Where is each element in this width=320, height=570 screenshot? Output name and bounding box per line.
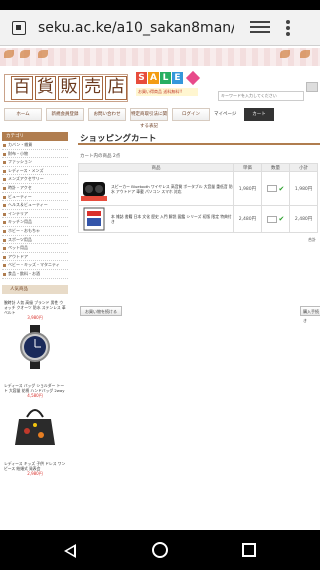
ranking-product[interactable]: 腕時計 人気 高級 ブランド 男性 ウォッチ クオーツ 防水 ステンレス 革ベル… <box>2 300 68 377</box>
ranking-product[interactable]: レディース キッズ 子供 ドレス ワンピース 結婚式 発表会 2,980円 <box>2 461 68 477</box>
url-field[interactable]: seku.ac.ke/a10_sakan8man/b <box>38 20 234 36</box>
category-item[interactable]: カバン・雑貨 <box>2 141 68 150</box>
global-nav: ホーム 新規会員登録 お問い合わせ 特定商取引法に関する表記 ログイン マイペー… <box>0 108 320 129</box>
overflow-menu-icon[interactable] <box>286 19 290 36</box>
product-price: 4,580円 <box>27 392 43 398</box>
watch-image[interactable] <box>13 324 57 369</box>
category-item[interactable]: ホビー・おもちゃ <box>2 227 68 236</box>
cart-row: 本 雑誌 書籍 日本 文化 歴史 入門 解説 図鑑 シリーズ 初版 限定 特典付… <box>78 205 318 233</box>
nav-login[interactable]: ログイン <box>172 108 210 121</box>
item-description[interactable]: 本 雑誌 書籍 日本 文化 歴史 入門 解説 図鑑 シリーズ 初版 限定 特典付… <box>111 214 233 224</box>
book-image[interactable] <box>81 206 107 232</box>
cart-message: カート内の商品 2点 <box>80 154 121 159</box>
nav-cart-button[interactable]: カート <box>244 108 274 121</box>
recent-apps-icon[interactable] <box>242 543 256 557</box>
category-item[interactable]: 食品・飲料・お酒 <box>2 270 68 279</box>
logo-char: 貨 <box>34 76 57 100</box>
sale-letter: S <box>136 72 147 84</box>
back-icon[interactable] <box>64 544 76 558</box>
status-bar <box>0 0 320 10</box>
page-title: ショッピングカート <box>78 132 320 145</box>
item-price: 2,480円 <box>233 205 262 233</box>
category-item[interactable]: 時計・アクセ <box>2 184 68 193</box>
item-price: 1,980円 <box>233 171 262 206</box>
category-item[interactable]: アウトドア <box>2 253 68 262</box>
banner-strip <box>0 48 320 66</box>
item-subtotal: 2,480円 <box>289 205 318 233</box>
category-item[interactable]: ベビー・キッズ・マタニティ <box>2 261 68 270</box>
logo-char: 百 <box>11 76 33 100</box>
web-page: 百貨販売店 SALE お買い得商品 送料無料!! ホーム 新規会員登録 お問い合… <box>0 46 320 530</box>
quantity-input[interactable] <box>266 185 277 192</box>
sale-letter: A <box>148 72 159 84</box>
product-name: 腕時計 人気 高級 ブランド 男性 ウォッチ クオーツ 防水 ステンレス 革ベル… <box>4 299 66 315</box>
category-item[interactable]: ファッション <box>2 158 68 167</box>
update-check-icon[interactable]: ✔ <box>279 185 285 193</box>
category-item[interactable]: ビューティー <box>2 193 68 202</box>
cart-table: 商品 単価 数量 小計 スピーカー Bluetooth ワイヤレス 高音質 ポー… <box>78 163 318 233</box>
update-check-icon[interactable]: ✔ <box>279 215 285 223</box>
item-description[interactable]: スピーカー Bluetooth ワイヤレス 高音質 ポータブル 大音量 重低音 … <box>111 184 233 194</box>
logo-char: 売 <box>81 76 104 100</box>
column-header: 小計 <box>289 163 318 172</box>
category-item[interactable]: キッチン用品 <box>2 218 68 227</box>
sale-banner[interactable]: SALE お買い得商品 送料無料!! <box>136 70 208 106</box>
speaker-image[interactable] <box>81 176 107 202</box>
quantity-input[interactable] <box>266 215 277 223</box>
sale-letter: E <box>172 72 183 84</box>
sale-subtext: お買い得商品 送料無料!! <box>136 88 198 96</box>
page-icon[interactable] <box>12 20 26 35</box>
item-subtotal: 1,980円 <box>289 171 318 206</box>
category-item[interactable]: 財布・小物 <box>2 150 68 159</box>
nav-legal[interactable]: 特定商取引法に関する表記 <box>130 108 168 129</box>
search-input[interactable] <box>218 90 304 101</box>
column-header: 商品 <box>78 163 234 172</box>
category-list: カバン・雑貨 財布・小物 ファッション レディース・メンズ メンズアクセサリー 時計・アク… <box>2 141 68 279</box>
bag-image[interactable] <box>13 403 57 447</box>
category-item[interactable]: インテリア <box>2 210 68 219</box>
category-item[interactable]: レディース・メンズ <box>2 167 68 176</box>
nav-register[interactable]: 新規会員登録 <box>46 108 84 121</box>
logo-char: 販 <box>58 76 80 100</box>
nav-contact[interactable]: お問い合わせ <box>88 108 126 121</box>
ranking-heading: 人気商品 <box>2 284 68 294</box>
nav-mypage[interactable]: マイページ <box>214 108 240 122</box>
home-icon[interactable] <box>152 542 168 558</box>
heart-icon <box>185 70 201 86</box>
category-item[interactable]: スポーツ用品 <box>2 236 68 245</box>
search-button[interactable] <box>306 82 318 92</box>
category-item[interactable]: ペット用品 <box>2 244 68 253</box>
sale-letter: L <box>160 72 171 84</box>
cart-main: ショッピングカート カート内の商品 2点 商品 単価 数量 小計 スピーカー B… <box>78 132 320 243</box>
product-name: レディース バッグ ショルダー トート 大容量 花柄 ハンドバッグ 2way <box>4 382 65 393</box>
browser-toolbar: seku.ac.ke/a10_sakan8man/b <box>0 10 320 46</box>
tabs-icon[interactable] <box>250 20 270 35</box>
category-heading: カテゴリ <box>2 132 68 141</box>
continue-shopping-button[interactable]: お買い物を続ける <box>80 306 122 316</box>
cart-row: スピーカー Bluetooth ワイヤレス 高音質 ポータブル 大音量 重低音 … <box>78 171 318 206</box>
search-area <box>218 82 318 101</box>
checkout-button[interactable]: 購入手続き <box>300 306 320 323</box>
site-logo[interactable]: 百貨販売店 <box>4 74 128 102</box>
category-item[interactable]: ヘルス＆ビューティー <box>2 201 68 210</box>
product-price: 3,980円 <box>27 314 43 320</box>
logo-char: 店 <box>105 76 127 100</box>
column-header: 単価 <box>233 163 262 172</box>
ranking-product[interactable]: レディース バッグ ショルダー トート 大容量 花柄 ハンドバッグ 2way 4… <box>2 383 68 455</box>
column-header: 数量 <box>260 163 291 172</box>
category-item[interactable]: メンズアクセサリー <box>2 175 68 184</box>
product-price: 2,980円 <box>27 470 43 476</box>
sidebar: カテゴリ カバン・雑貨 財布・小物 ファッション レディース・メンズ メンズアクセサリー… <box>2 132 68 477</box>
nav-home[interactable]: ホーム <box>4 108 42 121</box>
system-nav-bar <box>0 530 320 570</box>
product-name: レディース キッズ 子供 ドレス ワンピース 結婚式 発表会 <box>4 460 66 471</box>
total-label: 合計 <box>308 237 316 242</box>
